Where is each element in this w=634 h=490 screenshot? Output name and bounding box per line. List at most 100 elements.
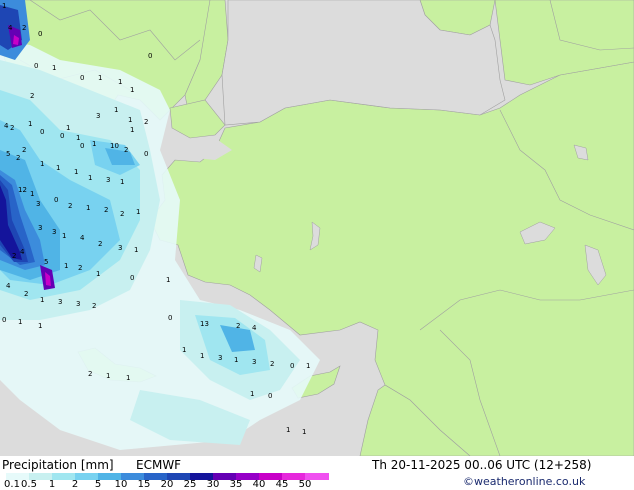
valid-time: Th 20-11-2025 00..06 UTC (12+258) bbox=[372, 458, 592, 472]
legend-tick: 0.5 bbox=[21, 479, 37, 490]
precip-value-label: 3 bbox=[76, 300, 80, 308]
precip-value-label: 1 bbox=[134, 246, 138, 254]
precip-value-label: 2 bbox=[16, 154, 20, 162]
legend-tick: 0.1 bbox=[4, 479, 20, 490]
precip-value-label: 1 bbox=[302, 428, 306, 436]
precip-value-label: 1 bbox=[120, 178, 124, 186]
precip-value-label: 3 bbox=[252, 358, 256, 366]
precip-value-label: 0 bbox=[2, 316, 6, 324]
precip-value-label: 0 bbox=[268, 392, 272, 400]
precip-value-label: 1 bbox=[200, 352, 204, 360]
precip-value-label: 1 bbox=[38, 322, 42, 330]
precip-value-label: 0 bbox=[148, 52, 152, 60]
legend-tick: 40 bbox=[252, 479, 266, 490]
precip-value-label: 1 bbox=[96, 270, 100, 278]
map-title: Precipitation [mm] bbox=[2, 458, 114, 472]
model-name: ECMWF bbox=[136, 458, 182, 472]
precip-value-label: 0 bbox=[38, 30, 42, 38]
precip-value-label: 5 bbox=[6, 150, 10, 158]
precip-value-label: 4 bbox=[20, 248, 25, 256]
precip-value-label: 1 bbox=[66, 124, 70, 132]
precip-value-label: 1 bbox=[86, 204, 90, 212]
precip-value-label: 0 bbox=[40, 128, 44, 136]
precip-value-label: 3 bbox=[38, 224, 42, 232]
precip-value-label: 2 bbox=[98, 240, 102, 248]
precip-value-label: 1 bbox=[40, 160, 44, 168]
precip-value-label: 4 bbox=[8, 24, 13, 32]
precip-value-label: 1 bbox=[234, 356, 238, 364]
legend-tick: 15 bbox=[137, 479, 151, 490]
precip-value-label: 0 bbox=[290, 362, 294, 370]
precip-value-label: 2 bbox=[10, 124, 14, 132]
precip-value-label: 1 bbox=[166, 276, 170, 284]
precip-value-label: 5 bbox=[44, 258, 48, 266]
precip-value-label: 1 bbox=[92, 140, 96, 148]
precip-value-label: 4 bbox=[80, 234, 85, 242]
precip-value-label: 1 bbox=[118, 78, 122, 86]
precip-value-label: 1 bbox=[56, 164, 60, 172]
precip-value-label: 0 bbox=[80, 74, 84, 82]
legend-tick: 50 bbox=[298, 479, 312, 490]
precip-value-label: 1 bbox=[114, 106, 118, 114]
precip-value-label: 0 bbox=[60, 132, 64, 140]
precip-value-label: 0 bbox=[54, 196, 58, 204]
precip-value-label: 0 bbox=[168, 314, 172, 322]
precip-value-label: 2 bbox=[88, 370, 92, 378]
precip-value-label: 1 bbox=[130, 86, 134, 94]
precip-value-label: 1 bbox=[128, 116, 132, 124]
precip-value-label: 2 bbox=[236, 322, 240, 330]
map-canvas: 14 200 10 1 12104 2 01 10 1311120 1 10 2 05 221 11211 3… bbox=[0, 0, 634, 457]
precip-value-label: 3 bbox=[96, 112, 100, 120]
precip-value-label: 1 bbox=[40, 296, 44, 304]
precip-value-label: 1 bbox=[286, 426, 290, 434]
precip-value-label: 1 bbox=[98, 74, 102, 82]
map-footer: Precipitation [mm] ECMWF Th 20-11-2025 0… bbox=[0, 456, 634, 490]
precip-value-label: 3 bbox=[218, 354, 222, 362]
credit-link[interactable]: ©weatheronline.co.uk bbox=[463, 475, 585, 488]
precip-value-label: 3 bbox=[118, 244, 122, 252]
precip-value-label: 3 bbox=[106, 176, 110, 184]
legend-tick: 1 bbox=[48, 479, 56, 490]
precip-value-label: 4 bbox=[4, 122, 9, 130]
precip-value-label: 1 bbox=[30, 190, 34, 198]
precip-value-label: 3 bbox=[52, 228, 56, 236]
precip-value-label: 2 bbox=[22, 24, 26, 32]
precip-value-label: 2 bbox=[12, 252, 16, 260]
precip-value-label: 1 bbox=[106, 372, 110, 380]
legend-tick: 45 bbox=[275, 479, 289, 490]
legend-tick: 10 bbox=[114, 479, 128, 490]
precip-value-label: 1 bbox=[130, 126, 134, 134]
precip-value-label: 2 bbox=[68, 202, 72, 210]
precip-value-label: 1 bbox=[74, 168, 78, 176]
precip-value-label: 3 bbox=[36, 200, 40, 208]
precip-value-label: 3 bbox=[58, 298, 62, 306]
precip-value-label: 0 bbox=[80, 142, 84, 150]
precip-value-label: 4 bbox=[6, 282, 11, 290]
precip-value-label: 2 bbox=[270, 360, 274, 368]
precip-value-label: 0 bbox=[130, 274, 134, 282]
precip-value-label: 1 bbox=[126, 374, 130, 382]
legend-tick: 30 bbox=[206, 479, 220, 490]
precip-value-label: 1 bbox=[62, 232, 66, 240]
precip-value-label: 1 bbox=[306, 362, 310, 370]
precip-value-label: 1 bbox=[18, 318, 22, 326]
precip-value-label: 1 bbox=[182, 346, 186, 354]
precip-value-label: 13 bbox=[200, 320, 209, 328]
precip-value-label: 1 bbox=[52, 64, 56, 72]
precip-value-label: 1 bbox=[2, 2, 6, 10]
precip-value-label: 1 bbox=[76, 134, 80, 142]
precip-value-label: 0 bbox=[144, 150, 148, 158]
precip-value-label: 10 bbox=[110, 142, 119, 150]
legend-tick: 25 bbox=[183, 479, 197, 490]
legend-ticks: 0.1 0.5 1 2 5 10 15 20 25 30 35 40 45 50 bbox=[0, 479, 340, 490]
legend-tick: 20 bbox=[160, 479, 174, 490]
precip-value-label: 2 bbox=[22, 146, 26, 154]
precip-value-label: 1 bbox=[64, 262, 68, 270]
precip-value-label: 4 bbox=[252, 324, 257, 332]
precip-value-label: 2 bbox=[92, 302, 96, 310]
precip-value-label: 2 bbox=[124, 146, 128, 154]
precip-value-label: 1 bbox=[136, 208, 140, 216]
precip-value-label: 2 bbox=[144, 118, 148, 126]
legend-tick: 35 bbox=[229, 479, 243, 490]
legend-tick: 5 bbox=[94, 479, 102, 490]
